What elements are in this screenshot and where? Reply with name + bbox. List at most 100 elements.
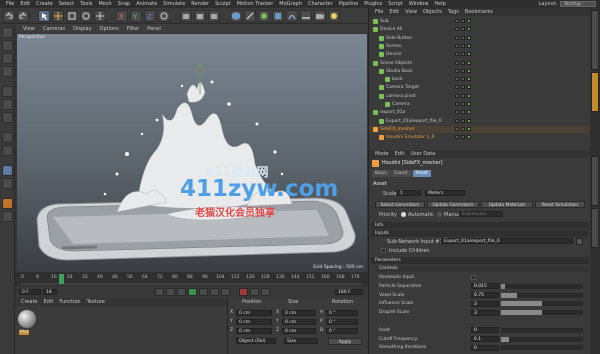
axis-y-icon[interactable]: Y [130,10,142,22]
visibility-dot-icon[interactable] [455,118,459,123]
material-name[interactable]: Mat [19,330,30,335]
visibility-dot-icon[interactable] [455,27,459,32]
perspective-viewport[interactable]: Perspective Grid Spacing : 500 cm [17,34,367,272]
enabled-check-icon[interactable] [467,60,471,65]
apply-button[interactable]: Apply [328,338,362,345]
scale-icon[interactable] [66,10,78,22]
menu-mograph[interactable]: MoGraph [276,1,305,7]
tab-basic[interactable]: Basic [372,170,390,177]
timeline-ruler[interactable]: 0 8 16 24 32 40 48 56 64 72 80 88 96 104… [15,272,368,286]
rotation-b-field[interactable]: 0 ° [326,327,358,334]
object-row[interactable]: camera pivot [369,93,591,100]
parameter-slider[interactable] [501,301,583,307]
visibility-dot-icon[interactable] [461,93,465,98]
edges-mode-icon[interactable] [2,99,13,110]
size-x-field[interactable]: 0 cm [282,309,316,316]
cloner-icon[interactable] [272,10,284,22]
menu-character[interactable]: Character [305,1,336,7]
visibility-flags[interactable] [455,77,471,82]
object-row[interactable]: Scene Objects [369,60,591,67]
enabled-check-icon[interactable] [467,85,471,90]
goto-end-icon[interactable] [221,288,230,296]
visibility-flags[interactable] [455,126,471,131]
reset-simulation-button[interactable]: Reset Simulation [535,201,585,208]
parameters-section-header[interactable]: Parameters [371,257,589,264]
solo-icon[interactable] [2,211,13,222]
select-generators-button[interactable]: Select Generators [375,201,425,208]
parameter-value-field[interactable]: 0.1 [471,336,499,343]
visibility-dot-icon[interactable] [461,19,465,23]
visibility-dot-icon[interactable] [455,102,459,106]
rotation-h-field[interactable]: 0 ° [326,309,358,316]
coordinate-mode-select[interactable]: Object (Rel) [236,338,276,344]
points-mode-icon[interactable] [2,86,13,97]
enabled-check-icon[interactable] [467,43,471,48]
render-picture-viewer-icon[interactable] [194,10,206,22]
visibility-dot-icon[interactable] [455,77,459,82]
visibility-flags[interactable] [455,52,471,57]
visibility-dot-icon[interactable] [461,77,465,82]
enabled-check-icon[interactable] [467,118,471,123]
visibility-dot-icon[interactable] [461,118,465,123]
visibility-flags[interactable] [455,35,471,40]
position-z-field[interactable]: 0 cm [236,327,272,334]
menu-simulate[interactable]: Simulate [160,1,188,7]
visibility-dot-icon[interactable] [455,35,459,40]
object-row[interactable]: Camera [369,101,591,108]
visibility-dot-icon[interactable] [455,52,459,57]
object-row[interactable]: back [369,76,591,83]
object-row[interactable]: Export_01a/export_file_0 [369,118,591,125]
enabled-check-icon[interactable] [467,19,471,23]
parameter-slider[interactable] [501,345,583,351]
menu-script[interactable]: Script [385,1,406,7]
floor-icon[interactable] [300,10,312,22]
enabled-check-icon[interactable] [467,27,471,32]
size-mode-select[interactable]: Size [284,338,318,344]
next-frame-icon[interactable] [199,288,208,296]
menu-help[interactable]: Help [431,1,448,7]
layout-select[interactable]: Startup [560,1,596,7]
position-y-field[interactable]: 0 cm [236,318,272,325]
subdivision-icon[interactable] [258,10,270,22]
menu-plugins[interactable]: Plugins [361,1,385,7]
start-frame-field[interactable]: 0 F [19,289,41,295]
enabled-check-icon[interactable] [467,110,471,115]
menu-snap[interactable]: Snap [115,1,134,7]
enabled-check-icon[interactable] [467,93,471,98]
viewport-menu-options[interactable]: Options [96,26,123,32]
record-icon[interactable] [239,288,248,296]
enable-axis-icon[interactable] [2,132,13,143]
visibility-flags[interactable] [455,110,471,115]
tab-asset[interactable]: Asset [412,170,431,177]
model-mode-icon[interactable] [2,40,13,51]
goto-start-icon[interactable] [155,288,164,296]
snap-icon[interactable] [2,165,13,176]
rotation-p-field[interactable]: 0 ° [326,318,358,325]
attributes-menu-edit[interactable]: Edit [392,151,408,157]
visibility-dot-icon[interactable] [461,52,465,57]
enabled-check-icon[interactable] [467,126,471,131]
coordinate-system-icon[interactable] [158,10,170,22]
objects-menu-file[interactable]: File [372,9,386,15]
objects-menu-edit[interactable]: Edit [386,9,402,15]
make-editable-icon[interactable] [2,27,13,38]
visibility-flags[interactable] [455,93,471,98]
visibility-dot-icon[interactable] [455,43,459,48]
visibility-dot-icon[interactable] [461,135,465,140]
object-row[interactable]: Sub [369,18,591,25]
visibility-dot-icon[interactable] [455,85,459,90]
object-row[interactable]: export_01a [369,109,591,116]
sculpt-icon[interactable] [2,198,13,209]
visibility-flags[interactable] [455,68,471,73]
visibility-flags[interactable] [455,43,471,48]
visibility-dot-icon[interactable] [461,126,465,131]
objects-menu-objects[interactable]: Objects [420,9,445,15]
visibility-dot-icon[interactable] [455,19,459,23]
prev-key-icon[interactable] [166,288,175,296]
position-x-field[interactable]: 0 cm [236,309,272,316]
undo-icon[interactable] [3,10,15,22]
viewport-menu-display[interactable]: Display [69,26,95,32]
scale-unit-select[interactable]: Meters [425,190,465,196]
visibility-dot-icon[interactable] [455,68,459,73]
live-select-icon[interactable] [38,10,50,22]
